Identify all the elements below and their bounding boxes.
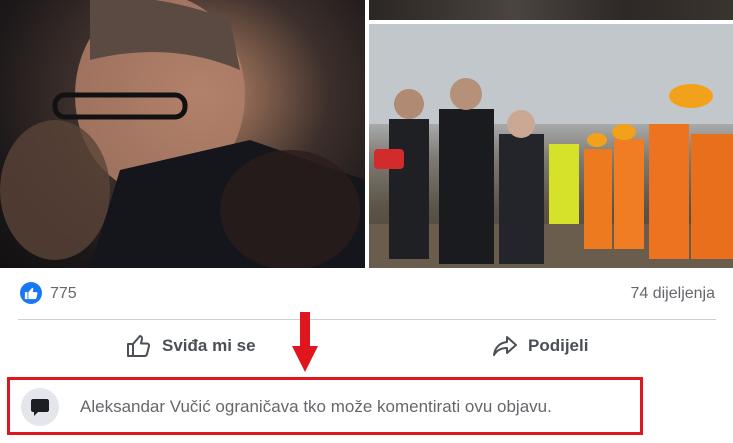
thumbs-up-icon [24,287,38,300]
share-count[interactable]: 74 dijeljenja [630,285,715,303]
red-arrow-annotation [292,312,318,372]
photo-left-image [0,0,365,268]
like-reaction-icon[interactable] [20,282,42,304]
photo-right-top[interactable] [369,0,733,20]
share-button-label: Podijeli [528,336,589,355]
photo-right-bottom[interactable] [369,24,733,268]
like-button-label: Sviđa mi se [162,336,256,355]
comment-bubble-icon [21,388,59,426]
photo-left[interactable] [0,0,365,268]
like-button[interactable]: Sviđa mi se [126,320,256,372]
thumbs-up-outline-icon [127,335,151,357]
share-arrow-icon [493,336,517,356]
comment-restriction-text: Aleksandar Vučić ograničava tko može kom… [80,397,552,416]
chat-bubble-icon [31,399,49,416]
post-actions: Sviđa mi se Podijeli [18,320,716,372]
post-photos [0,0,733,268]
comment-restriction-notice: Aleksandar Vučić ograničava tko može kom… [7,377,643,435]
share-button[interactable]: Podijeli [492,320,588,372]
like-count[interactable]: 775 [50,285,77,303]
reactions-bar: 775 74 dijeljenja [0,278,733,312]
photo-right-image [369,24,733,268]
